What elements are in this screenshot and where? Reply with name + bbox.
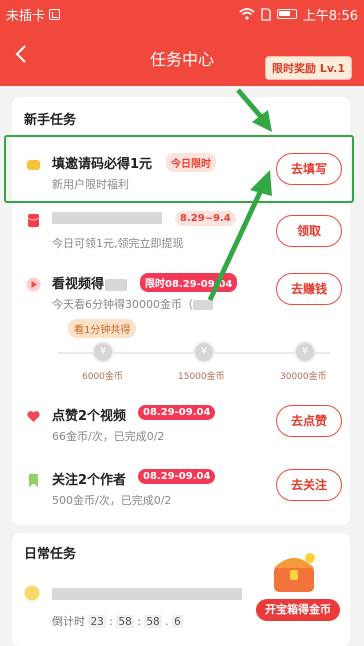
- task-desc: 今日可领1元,领完立即提现: [52, 237, 184, 250]
- daily-task-name-redacted: [52, 583, 242, 602]
- heart-icon: [27, 411, 40, 422]
- coin-milestone-icon: ¥: [294, 341, 316, 363]
- coin-milestone-icon: ¥: [193, 341, 215, 363]
- screenshot-icon: [49, 8, 61, 20]
- task-name: 看视频得: [52, 273, 128, 292]
- wifi-icon: [239, 8, 255, 20]
- task-like-videos: 点赞2个视频 08.29-09.04 66金币/次，已完成0/2 去点赞: [12, 395, 350, 455]
- clock: 上午8:56: [302, 8, 358, 24]
- annotation-highlight-box: [4, 135, 354, 203]
- task-name-redacted: [52, 210, 162, 225]
- coin-icon: [24, 585, 40, 601]
- task-tag: 8.29~9.4: [175, 211, 236, 226]
- progress-chip: 看1分钟共得: [68, 319, 137, 338]
- follow-button[interactable]: 去关注: [276, 469, 342, 501]
- task-desc: 今天看6分钟得30000金币（: [52, 296, 213, 312]
- section-title-newbie: 新手任务: [24, 113, 77, 128]
- task-desc: 66金币/次，已完成0/2: [52, 430, 165, 443]
- task-watch-video: 看视频得 限时08.29-09.04 今天看6分钟得30000金币（ 去赚钱: [12, 263, 350, 323]
- nav-bar: 任务中心 限时奖励 Lv.1: [0, 28, 364, 86]
- task-follow-authors: 关注2个作者 08.29-09.04 500金币/次，已完成0/2 去关注: [12, 459, 350, 519]
- milestone-label: 15000金币: [178, 372, 225, 382]
- milestone-label: 6000金币: [82, 372, 123, 382]
- task-tag: 限时08.29-09.04: [140, 273, 238, 292]
- milestone-label: 30000金币: [280, 372, 327, 382]
- coin-milestone-icon: ¥: [92, 341, 114, 363]
- bookmark-icon: [29, 474, 38, 487]
- play-icon: [26, 277, 41, 292]
- reward-level-badge[interactable]: 限时奖励 Lv.1: [265, 56, 352, 80]
- section-title-daily: 日常任务: [24, 547, 77, 562]
- countdown: 倒计时 23 : 58 : 58 . 6: [52, 615, 183, 628]
- open-treasure-button[interactable]: 开宝箱得金币: [256, 599, 340, 621]
- status-bar: 未插卡 上午8:56: [0, 0, 364, 28]
- task-tag: 08.29-09.04: [138, 469, 216, 484]
- task-desc: 500金币/次，已完成0/2: [52, 494, 172, 507]
- claim-button[interactable]: 领取: [276, 215, 342, 247]
- task-red-envelope: 8.29~9.4 今日可领1元,领完立即提现 领取: [12, 203, 350, 263]
- task-name: 关注2个作者: [52, 473, 127, 488]
- sim-icon: [261, 7, 271, 21]
- red-envelope-icon: [27, 214, 40, 227]
- treasure-chest-icon[interactable]: [268, 548, 320, 596]
- like-button[interactable]: 去点赞: [276, 405, 342, 437]
- task-name: 点赞2个视频: [52, 409, 127, 424]
- task-tag: 08.29-09.04: [138, 405, 216, 420]
- carrier-label: 未插卡: [6, 8, 46, 24]
- earn-button[interactable]: 去赚钱: [276, 273, 342, 305]
- battery-icon: [276, 9, 297, 19]
